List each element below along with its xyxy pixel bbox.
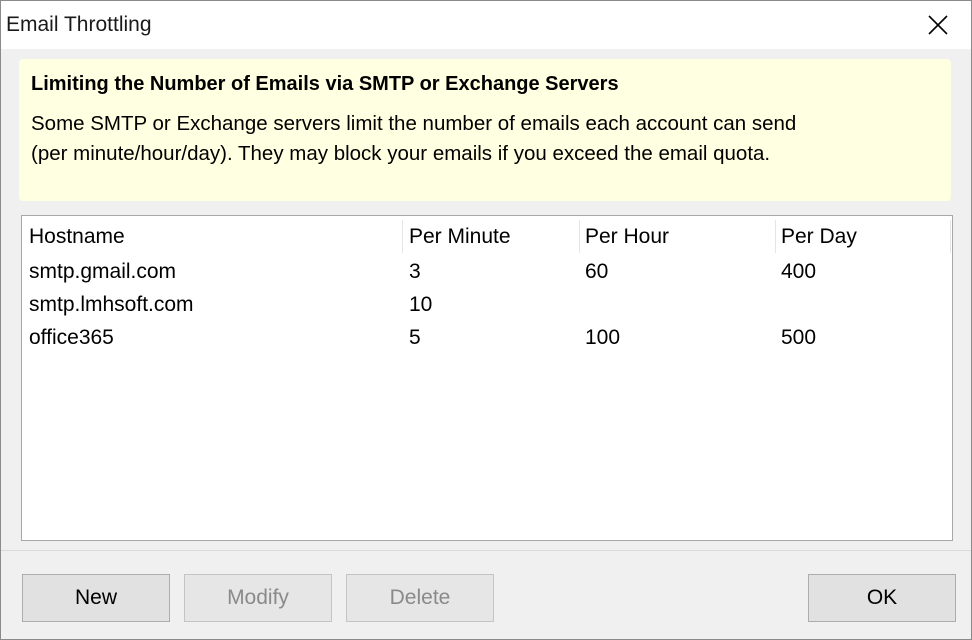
ok-button[interactable]: OK <box>808 574 956 622</box>
info-heading: Limiting the Number of Emails via SMTP o… <box>31 73 619 95</box>
column-separator[interactable] <box>579 220 580 253</box>
cell-per-minute: 10 <box>409 293 433 316</box>
cell-per-minute: 3 <box>409 260 421 283</box>
modify-button[interactable]: Modify <box>184 574 332 622</box>
column-header-hostname[interactable]: Hostname <box>29 220 125 253</box>
delete-button[interactable]: Delete <box>346 574 494 622</box>
throttling-list[interactable]: Hostname Per Minute Per Hour Per Day smt… <box>21 215 953 541</box>
window-title: Email Throttling <box>6 13 152 36</box>
info-description: Some SMTP or Exchange servers limit the … <box>31 109 936 169</box>
cell-per-day: 500 <box>781 326 817 349</box>
column-header-per-day[interactable]: Per Day <box>781 220 857 253</box>
list-header: Hostname Per Minute Per Hour Per Day <box>22 220 952 253</box>
cell-hostname: smtp.lmhsoft.com <box>29 293 194 316</box>
column-header-per-hour[interactable]: Per Hour <box>585 220 669 253</box>
column-separator[interactable] <box>775 220 776 253</box>
title-bar: Email Throttling <box>1 1 971 49</box>
email-throttling-dialog: Email Throttling Limiting the Number of … <box>0 0 972 640</box>
new-button[interactable]: New <box>22 574 170 622</box>
table-row[interactable]: smtp.gmail.com 3 60 400 <box>22 255 952 288</box>
column-separator[interactable] <box>950 220 951 253</box>
table-row[interactable]: office365 5 100 500 <box>22 321 952 354</box>
info-line-1: Some SMTP or Exchange servers limit the … <box>31 112 797 135</box>
table-row[interactable]: smtp.lmhsoft.com 10 <box>22 288 952 321</box>
column-header-per-minute[interactable]: Per Minute <box>409 220 511 253</box>
cell-hostname: office365 <box>29 326 114 349</box>
close-button[interactable] <box>913 1 963 49</box>
cell-per-hour: 100 <box>585 326 621 349</box>
cell-per-hour: 60 <box>585 260 609 283</box>
footer-divider <box>1 550 971 551</box>
info-panel: Limiting the Number of Emails via SMTP o… <box>19 59 951 201</box>
cell-hostname: smtp.gmail.com <box>29 260 177 283</box>
cell-per-minute: 5 <box>409 326 421 349</box>
info-line-2: (per minute/hour/day). They may block yo… <box>31 142 771 165</box>
close-icon <box>928 15 948 35</box>
cell-per-day: 400 <box>781 260 817 283</box>
column-separator[interactable] <box>402 220 403 253</box>
